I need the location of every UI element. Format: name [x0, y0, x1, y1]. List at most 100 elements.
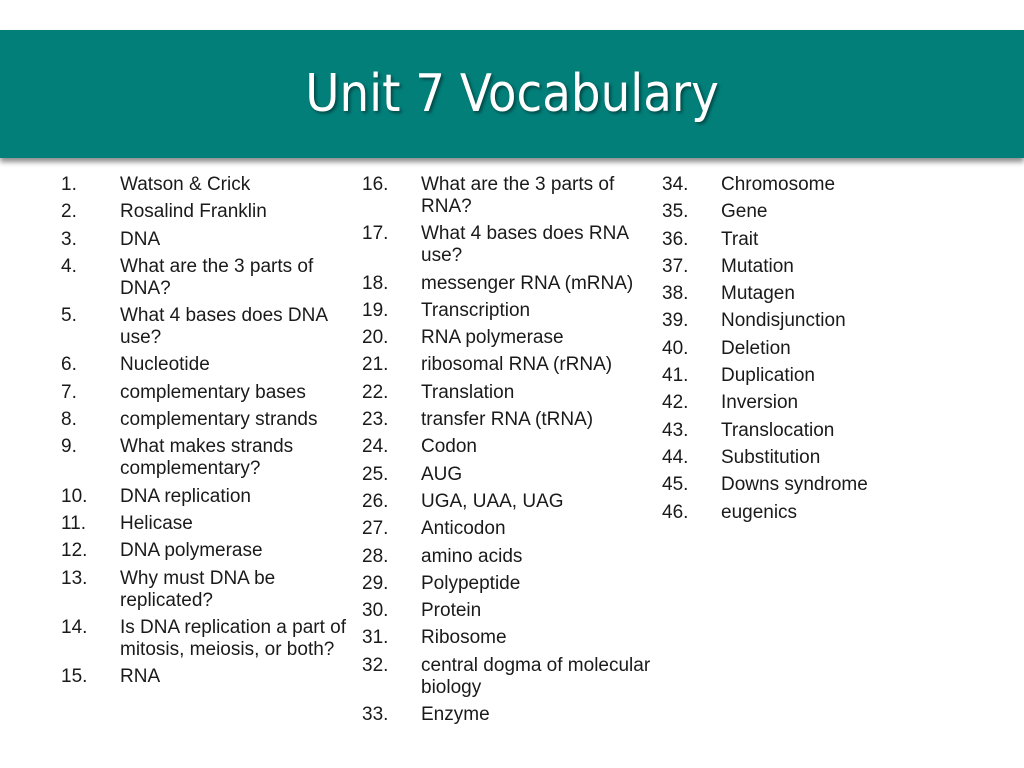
item-term: Helicase — [120, 512, 193, 534]
vocab-item: 6. Nucleotide — [61, 354, 361, 376]
item-term: DNA — [120, 228, 161, 250]
item-number: 1. — [61, 174, 77, 195]
item-number: 46. — [662, 501, 689, 523]
item-term: Why must DNA be replicated? — [120, 567, 276, 611]
vocab-item: 34. Chromosome — [662, 174, 962, 196]
vocab-item: 28. amino acids — [362, 546, 662, 568]
vocab-item: 46. eugenics — [662, 502, 962, 524]
item-number: 22. — [362, 381, 389, 403]
vocab-item: 20. RNA polymerase — [362, 327, 662, 349]
vocab-item: 13. Why must DNA be replicated? — [61, 568, 361, 612]
vocab-item: 43. Translocation — [662, 420, 962, 442]
item-number: 24. — [362, 436, 389, 458]
item-number: 26. — [362, 490, 389, 512]
vocab-item: 15. RNA — [61, 666, 361, 688]
vocab-item: 18. messenger RNA (mRNA) — [362, 273, 662, 295]
vocab-item: 42. Inversion — [662, 392, 962, 414]
vocab-item: 14. Is DNA replication a part of mitosis,… — [61, 617, 361, 661]
item-term: DNA polymerase — [120, 540, 263, 562]
item-term: eugenics — [721, 501, 798, 523]
vocab-item: 1. Watson & Crick — [61, 174, 361, 196]
item-term: Anticodon — [421, 518, 506, 540]
item-number: 23. — [362, 409, 389, 431]
item-term: Nucleotide — [120, 354, 210, 376]
item-number: 6. — [61, 354, 77, 376]
item-number: 10. — [61, 485, 88, 507]
vocab-item: 11. Helicase — [61, 513, 361, 535]
item-number: 4. — [61, 255, 77, 277]
vocab-item: 4. What are the 3 parts of DNA? — [61, 256, 361, 300]
vocab-item: 41. Duplication — [662, 365, 962, 387]
item-term: Substitution — [721, 446, 821, 468]
item-term: Inversion — [721, 392, 799, 414]
vocab-item: 17. What 4 bases does RNA use? — [362, 223, 662, 267]
item-term: Gene — [721, 201, 768, 223]
item-number: 14. — [61, 616, 88, 638]
item-term: Nondisjunction — [721, 310, 846, 332]
item-term: Transcription — [421, 299, 531, 321]
item-term: Mutagen — [721, 283, 795, 305]
item-number: 41. — [662, 365, 689, 387]
item-term: complementary bases — [120, 381, 306, 403]
item-term: central dogma of molecular biology — [421, 654, 651, 698]
item-term: Downs syndrome — [721, 474, 868, 496]
item-term: What are the 3 parts of DNA? — [120, 255, 314, 299]
item-number: 37. — [662, 255, 689, 277]
title-banner: Unit 7 Vocabulary — [0, 30, 1024, 158]
vocab-item: 27. Anticodon — [362, 518, 662, 540]
item-number: 17. — [362, 223, 389, 245]
item-number: 16. — [362, 174, 389, 195]
item-term: Ribosome — [421, 627, 507, 649]
vocab-item: 12. DNA polymerase — [61, 540, 361, 562]
item-term: What 4 bases does DNA use? — [120, 305, 327, 349]
item-number: 19. — [362, 299, 389, 321]
vocab-item: 22. Translation — [362, 382, 662, 404]
vocab-item: 21. ribosomal RNA (rRNA) — [362, 354, 662, 376]
item-number: 34. — [662, 174, 689, 195]
item-term: Mutation — [721, 255, 794, 277]
item-number: 32. — [362, 654, 389, 676]
item-term: Enzyme — [421, 704, 490, 726]
vocab-item: 29. Polypeptide — [362, 573, 662, 595]
vocab-item: 24. Codon — [362, 436, 662, 458]
item-term: Chromosome — [721, 174, 836, 195]
item-number: 13. — [61, 567, 88, 589]
item-term: What makes strands complementary? — [120, 436, 294, 480]
item-number: 29. — [362, 572, 389, 594]
vocab-item: 40. Deletion — [662, 338, 962, 360]
item-number: 28. — [362, 545, 389, 567]
vocab-item: 9. What makes strands complementary? — [61, 436, 361, 480]
vocab-item: 44. Substitution — [662, 447, 962, 469]
item-number: 15. — [61, 666, 88, 688]
item-term: Protein — [421, 600, 482, 622]
vocab-item: 3. DNA — [61, 229, 361, 251]
vocab-item: 30. Protein — [362, 600, 662, 622]
vocab-item: 39. Nondisjunction — [662, 310, 962, 332]
vocab-item: 8. complementary strands — [61, 409, 361, 431]
item-number: 31. — [362, 627, 389, 649]
vocab-item: 2. Rosalind Franklin — [61, 201, 361, 223]
item-number: 18. — [362, 272, 389, 294]
vocab-item: 16. What are the 3 parts of RNA? — [362, 174, 662, 218]
item-term: Deletion — [721, 337, 791, 359]
vocab-item: 23. transfer RNA (tRNA) — [362, 409, 662, 431]
vocab-item: 26. UGA, UAA, UAG — [362, 491, 662, 513]
vocab-column-1: 1. Watson & Crick 2. Rosalind Franklin 3. DNA… — [61, 174, 361, 693]
item-term: UGA, UAA, UAG — [421, 490, 564, 512]
vocab-item: 31. Ribosome — [362, 627, 662, 649]
item-term: amino acids — [421, 545, 523, 567]
vocab-item: 5. What 4 bases does DNA use? — [61, 305, 361, 349]
item-number: 35. — [662, 201, 689, 223]
item-term: RNA polymerase — [421, 327, 564, 349]
item-term: Translation — [421, 381, 515, 403]
item-term: ribosomal RNA (rRNA) — [421, 354, 613, 376]
vocab-column-3: 34. Chromosome 35. Gene 36. Trait 37. Mutation 3… — [662, 174, 962, 529]
item-term: What are the 3 parts of RNA? — [421, 174, 615, 217]
vocab-item: 32. central dogma of molecular biology — [362, 655, 662, 699]
vocab-item: 25. AUG — [362, 464, 662, 486]
item-number: 3. — [61, 228, 77, 250]
item-number: 38. — [662, 283, 689, 305]
item-term: DNA replication — [120, 485, 251, 507]
vocab-item: 37. Mutation — [662, 256, 962, 278]
item-term: Translocation — [721, 419, 835, 441]
